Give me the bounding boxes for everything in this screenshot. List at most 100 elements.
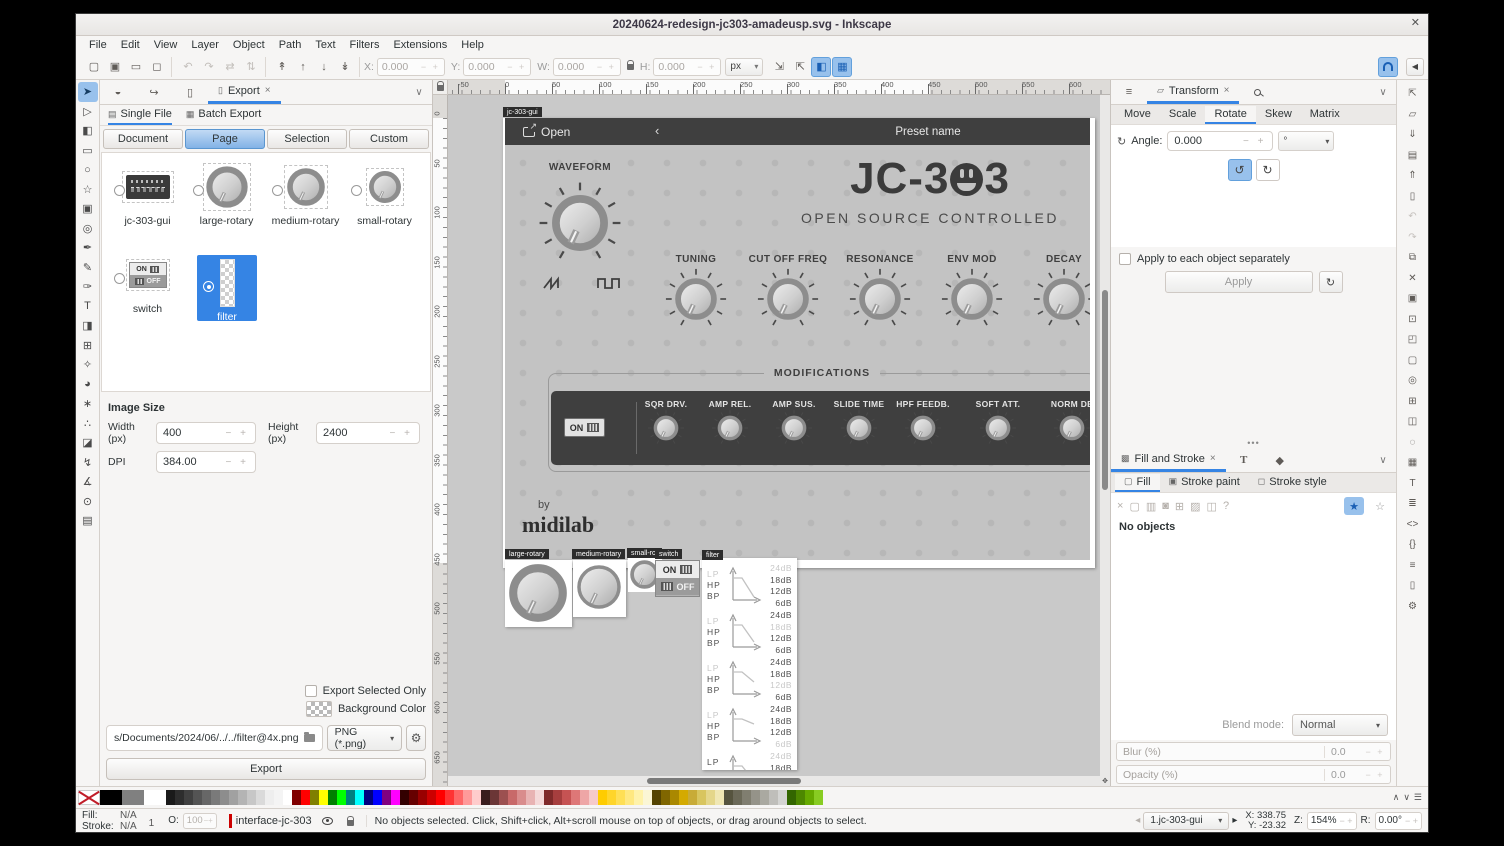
deselect-icon[interactable]: ▭ <box>126 57 146 77</box>
apply-button[interactable]: Apply <box>1165 271 1313 293</box>
menu-text[interactable]: Text <box>308 37 342 53</box>
transform-tab-scale[interactable]: Scale <box>1160 106 1206 124</box>
chevron-down-icon[interactable]: ∨ <box>406 87 432 98</box>
color-swatch[interactable] <box>562 790 571 805</box>
color-swatch[interactable] <box>697 790 706 805</box>
tab-fill-and-stroke[interactable]: ▩ Fill and Stroke× <box>1111 448 1226 472</box>
vertical-ruler[interactable]: 050100150200250300350400450500550600650 <box>433 95 448 786</box>
no-paint-icon[interactable]: × <box>1117 500 1123 512</box>
selection-box-icon[interactable]: ◻ <box>147 57 167 77</box>
color-swatch[interactable] <box>238 790 247 805</box>
knob-control[interactable] <box>940 267 1004 336</box>
color-swatch[interactable] <box>211 790 220 805</box>
color-swatch[interactable] <box>265 790 274 805</box>
color-swatch[interactable] <box>751 790 760 805</box>
chevron-down-icon[interactable]: ∨ <box>1370 87 1396 98</box>
unknown-paint-icon[interactable]: ? <box>1223 500 1229 512</box>
color-swatch[interactable] <box>481 790 490 805</box>
color-swatch[interactable] <box>391 790 400 805</box>
knob-control[interactable] <box>711 409 749 452</box>
color-swatch[interactable] <box>490 790 499 805</box>
export-button[interactable]: Export <box>106 758 426 780</box>
color-swatch[interactable] <box>652 790 661 805</box>
knob-control[interactable] <box>979 409 1017 452</box>
menu-layer[interactable]: Layer <box>184 37 226 53</box>
mesh-tool[interactable]: ⊞ <box>78 336 98 356</box>
color-swatch[interactable] <box>499 790 508 805</box>
folder-icon[interactable] <box>304 734 315 742</box>
window-close-button[interactable]: ✕ <box>1411 16 1420 29</box>
mode-tab-single-file[interactable]: ▤Single File <box>108 105 172 125</box>
fillstroke-tab-fill[interactable]: ▢Fill <box>1115 474 1160 492</box>
color-swatch[interactable] <box>580 790 589 805</box>
align-dialog-icon[interactable]: ≡ <box>1111 80 1147 104</box>
xml-editor-icon[interactable]: <> <box>1403 515 1423 534</box>
select-all-icon[interactable]: ▢ <box>84 57 104 77</box>
color-swatch[interactable] <box>706 790 715 805</box>
color-swatch[interactable] <box>274 790 283 805</box>
color-swatch[interactable] <box>589 790 598 805</box>
knob-control[interactable] <box>904 409 942 452</box>
import-window-icon[interactable]: ⇱ <box>1403 84 1423 103</box>
menu-edit[interactable]: Edit <box>114 37 147 53</box>
star-tool[interactable]: ☆ <box>78 180 98 200</box>
raise-icon[interactable]: ↑ <box>293 57 313 77</box>
chevron-down-icon[interactable]: ∨ <box>1370 455 1396 466</box>
angle-unit-select[interactable]: °▾ <box>1278 131 1334 151</box>
area-button-custom[interactable]: Custom <box>349 129 429 149</box>
print-icon[interactable]: ▤ <box>1403 146 1423 165</box>
tab-text[interactable]: T <box>1226 448 1262 472</box>
area-button-selection[interactable]: Selection <box>267 129 347 149</box>
pen-tool[interactable]: ✒ <box>78 238 98 258</box>
color-swatch[interactable] <box>346 790 355 805</box>
color-swatch[interactable] <box>100 790 122 805</box>
dropper-tool[interactable]: ✧ <box>78 355 98 375</box>
horizontal-ruler[interactable]: -50050100150200250300350400450500550600 <box>448 80 1110 95</box>
color-swatch[interactable] <box>724 790 733 805</box>
color-swatch[interactable] <box>535 790 544 805</box>
area-button-document[interactable]: Document <box>103 129 183 149</box>
connector-tool[interactable]: ↯ <box>78 453 98 473</box>
color-swatch[interactable] <box>517 790 526 805</box>
palette-menu-icon[interactable]: ☰ <box>1414 792 1422 803</box>
rotate-clockwise-button[interactable]: ↻ <box>1256 159 1280 181</box>
angle-input[interactable]: 0.000− + <box>1167 131 1273 151</box>
color-swatch[interactable] <box>463 790 472 805</box>
page-select[interactable]: 1.jc-303-gui▾ <box>1143 812 1229 830</box>
paint-bucket-tool[interactable]: ◕ <box>78 375 98 395</box>
knob-control[interactable] <box>664 267 728 336</box>
duplicate-icon[interactable]: ⊞ <box>1403 392 1423 411</box>
palette-scroll-down-icon[interactable]: ∨ <box>1403 792 1410 803</box>
find-dialog-icon[interactable] <box>1239 80 1275 104</box>
layer-visibility-eye-icon[interactable] <box>322 817 333 825</box>
zoom-page-icon[interactable]: ▢ <box>1403 351 1423 370</box>
undo-icon[interactable]: ↶ <box>1403 207 1423 226</box>
color-swatch[interactable] <box>382 790 391 805</box>
color-swatch[interactable] <box>454 790 463 805</box>
color-swatch[interactable] <box>688 790 697 805</box>
transform-tab-rotate[interactable]: Rotate <box>1205 106 1255 124</box>
copy-icon[interactable]: ⧉ <box>1403 248 1423 267</box>
export-item-radio[interactable] <box>193 185 204 196</box>
reset-transform-button[interactable]: ↻ <box>1319 271 1343 293</box>
color-swatch[interactable] <box>778 790 787 805</box>
zoom-center-icon[interactable]: ◎ <box>1403 371 1423 390</box>
rotate-cw-icon[interactable]: ↷ <box>199 57 219 77</box>
background-color-swatch[interactable] <box>306 701 332 717</box>
calligraphy-tool[interactable]: ✑ <box>78 277 98 297</box>
clone-icon[interactable]: ◫ <box>1403 412 1423 431</box>
color-swatch[interactable] <box>472 790 481 805</box>
color-swatch[interactable] <box>247 790 256 805</box>
color-swatch[interactable] <box>733 790 742 805</box>
zoom-selection-icon[interactable]: ⊡ <box>1403 310 1423 329</box>
knob-control[interactable] <box>1032 267 1090 336</box>
export-item-switch[interactable]: ONOFFswitch <box>108 247 187 335</box>
scale-stroke-toggle[interactable]: ⇲ <box>769 57 789 77</box>
flat-color-icon[interactable]: ▢ <box>1129 500 1139 513</box>
color-swatch[interactable] <box>616 790 625 805</box>
zoom-tool[interactable]: ⊙ <box>78 492 98 512</box>
eraser-tool[interactable]: ◪ <box>78 433 98 453</box>
export-item-radio[interactable] <box>114 185 125 196</box>
export-height-input[interactable]: 2400− + <box>316 422 420 444</box>
export-item-filter[interactable]: filter <box>197 255 257 321</box>
